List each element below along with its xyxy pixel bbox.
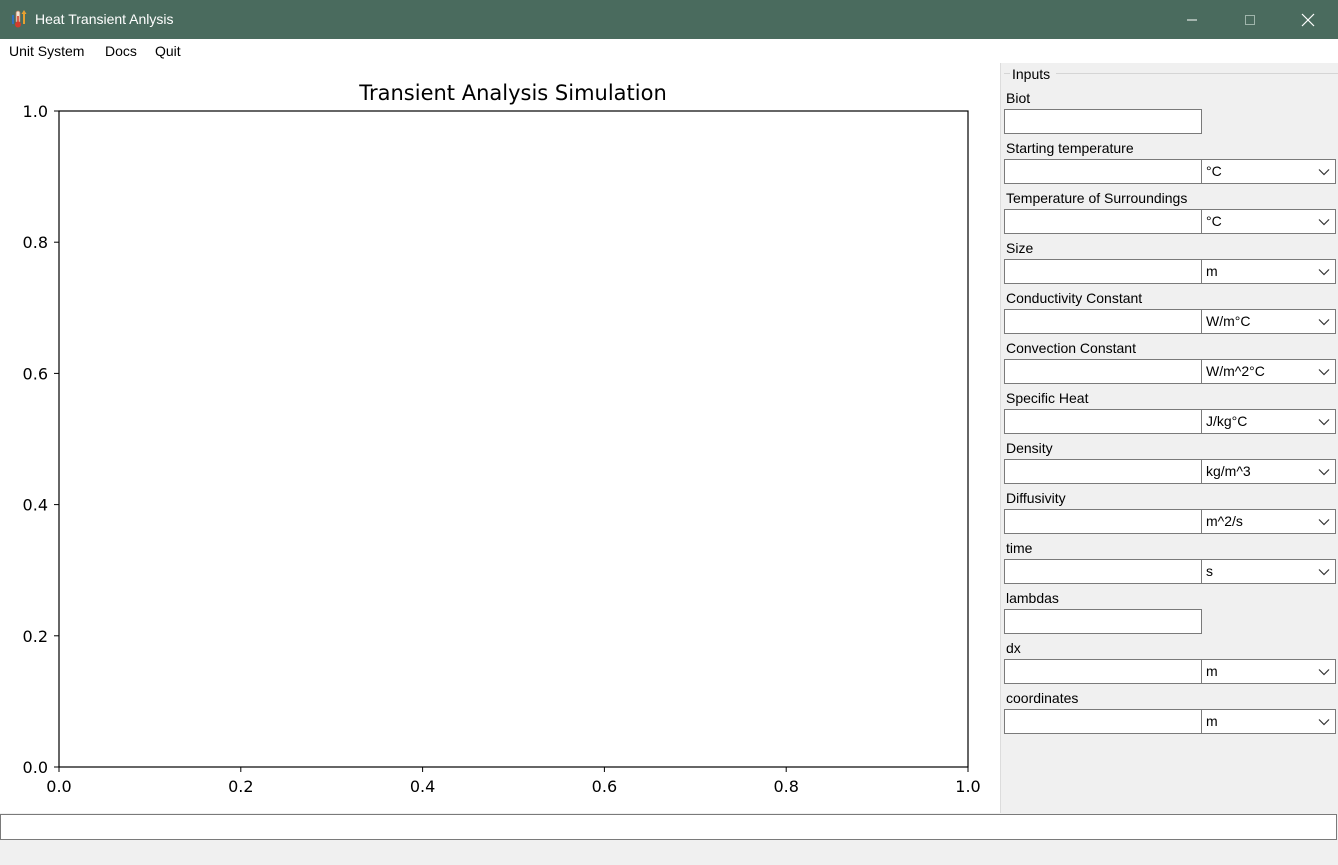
- x-tick-label: 0.8: [773, 777, 798, 796]
- close-button[interactable]: [1279, 0, 1337, 39]
- input-time[interactable]: [1004, 559, 1202, 584]
- unit-select-value: W/m°C: [1206, 313, 1251, 329]
- y-tick-label: 0.0: [23, 758, 48, 777]
- input-specific-heat[interactable]: [1004, 409, 1202, 434]
- label-coordinates: coordinates: [1006, 690, 1079, 706]
- chevron-down-icon: [1317, 310, 1331, 333]
- unit-select-diffusivity[interactable]: m^2/s: [1201, 509, 1336, 534]
- label-density: Density: [1006, 440, 1053, 456]
- bottom-bar: [0, 840, 1338, 865]
- unit-select-value: s: [1206, 563, 1213, 579]
- chevron-down-icon: [1317, 360, 1331, 383]
- unit-select-specific-heat[interactable]: J/kg°C: [1201, 409, 1336, 434]
- label-dx: dx: [1006, 640, 1021, 656]
- menu-quit[interactable]: Quit: [155, 43, 181, 59]
- inputs-panel: Inputs Biot Starting temperature °C Tempera…: [1000, 63, 1338, 813]
- plot-area: Transient Analysis Simulation 0.0 0.2 0.4 0…: [0, 63, 1000, 813]
- minimize-icon: [1187, 19, 1197, 20]
- label-starting-temperature: Starting temperature: [1006, 140, 1134, 156]
- chevron-down-icon: [1317, 210, 1331, 233]
- status-entry[interactable]: [0, 814, 1337, 840]
- plot-frame: [58, 110, 969, 768]
- unit-select-value: m^2/s: [1206, 513, 1243, 529]
- unit-select-starting-temperature[interactable]: °C: [1201, 159, 1336, 184]
- label-diffusivity: Diffusivity: [1006, 490, 1066, 506]
- unit-select-value: J/kg°C: [1206, 413, 1248, 429]
- chart-title: Transient Analysis Simulation: [358, 81, 667, 105]
- label-conductivity-constant: Conductivity Constant: [1006, 290, 1143, 306]
- chevron-down-icon: [1317, 160, 1331, 183]
- unit-select-size[interactable]: m: [1201, 259, 1336, 284]
- unit-select-coordinates[interactable]: m: [1201, 709, 1336, 734]
- unit-select-value: W/m^2°C: [1206, 363, 1265, 379]
- input-diffusivity[interactable]: [1004, 509, 1202, 534]
- input-density[interactable]: [1004, 459, 1202, 484]
- thermometer-icon: [10, 9, 30, 29]
- chevron-down-icon: [1317, 560, 1331, 583]
- menu-docs[interactable]: Docs: [105, 43, 137, 59]
- y-tick-label: 1.0: [23, 102, 48, 121]
- unit-select-time[interactable]: s: [1201, 559, 1336, 584]
- input-dx[interactable]: [1004, 659, 1202, 684]
- label-lambdas: lambdas: [1006, 590, 1059, 606]
- chevron-down-icon: [1317, 510, 1331, 533]
- x-tick-label: 0.6: [592, 777, 617, 796]
- maximize-button[interactable]: [1221, 0, 1279, 39]
- input-lambdas[interactable]: [1004, 609, 1202, 634]
- unit-select-dx[interactable]: m: [1201, 659, 1336, 684]
- x-tick-label: 0.0: [46, 777, 71, 796]
- input-biot[interactable]: [1004, 109, 1202, 134]
- unit-select-value: °C: [1206, 163, 1222, 179]
- unit-select-value: m: [1206, 263, 1218, 279]
- label-biot: Biot: [1006, 90, 1031, 106]
- title-bar: Heat Transient Anlysis: [0, 0, 1338, 39]
- input-size[interactable]: [1004, 259, 1202, 284]
- unit-select-conductivity-constant[interactable]: W/m°C: [1201, 309, 1336, 334]
- unit-select-value: °C: [1206, 213, 1222, 229]
- label-temperature-of-surroundings: Temperature of Surroundings: [1006, 190, 1188, 206]
- group-border-left: [1004, 73, 1010, 74]
- y-tick-label: 0.4: [23, 496, 48, 515]
- y-tick-label: 0.8: [23, 233, 48, 252]
- input-coordinates[interactable]: [1004, 709, 1202, 734]
- group-border-right: [1056, 73, 1338, 74]
- chevron-down-icon: [1317, 460, 1331, 483]
- label-convection-constant: Convection Constant: [1006, 340, 1136, 356]
- inputs-group-title: Inputs: [1011, 66, 1052, 82]
- chevron-down-icon: [1317, 660, 1331, 683]
- x-axis: 0.0 0.2 0.4 0.6 0.8 1.0: [46, 767, 981, 796]
- y-tick-label: 0.2: [23, 627, 48, 646]
- label-specific-heat: Specific Heat: [1006, 390, 1089, 406]
- unit-select-convection-constant[interactable]: W/m^2°C: [1201, 359, 1336, 384]
- x-tick-label: 0.2: [228, 777, 253, 796]
- input-conductivity-constant[interactable]: [1004, 309, 1202, 334]
- menu-unit-system[interactable]: Unit System: [9, 43, 84, 59]
- chevron-down-icon: [1317, 410, 1331, 433]
- unit-select-value: m: [1206, 663, 1218, 679]
- input-temperature-of-surroundings[interactable]: [1004, 209, 1202, 234]
- chart: Transient Analysis Simulation 0.0 0.2 0.4 0…: [23, 81, 981, 796]
- unit-select-temperature-of-surroundings[interactable]: °C: [1201, 209, 1336, 234]
- window-title: Heat Transient Anlysis: [35, 11, 174, 27]
- input-convection-constant[interactable]: [1004, 359, 1202, 384]
- chevron-down-icon: [1317, 710, 1331, 733]
- label-time: time: [1006, 540, 1033, 556]
- chevron-down-icon: [1317, 260, 1331, 283]
- unit-select-value: m: [1206, 713, 1218, 729]
- x-tick-label: 0.4: [410, 777, 435, 796]
- unit-select-value: kg/m^3: [1206, 463, 1251, 479]
- y-axis: 0.0 0.2 0.4 0.6 0.8 1.0: [23, 102, 59, 777]
- menu-bar: Unit System Docs Quit: [0, 39, 1338, 63]
- y-tick-label: 0.6: [23, 364, 48, 383]
- input-starting-temperature[interactable]: [1004, 159, 1202, 184]
- minimize-button[interactable]: [1163, 0, 1221, 39]
- label-size: Size: [1006, 240, 1034, 256]
- unit-select-density[interactable]: kg/m^3: [1201, 459, 1336, 484]
- maximize-icon: [1245, 14, 1255, 25]
- x-tick-label: 1.0: [955, 777, 980, 796]
- close-icon: [1301, 13, 1315, 26]
